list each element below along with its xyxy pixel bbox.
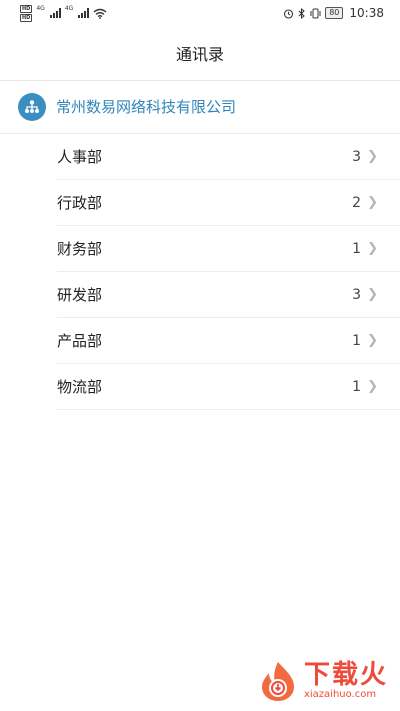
list-item-dept-1[interactable]: 行政部 2 ❯ [57, 180, 400, 226]
dept-count: 3 [352, 286, 362, 303]
list-item-dept-5[interactable]: 物流部 1 ❯ [57, 364, 400, 410]
network-type-2: 4G [64, 4, 74, 12]
company-header[interactable]: 常州数易网络科技有限公司 [0, 80, 400, 134]
list-item-dept-2[interactable]: 财务部 1 ❯ [57, 226, 400, 272]
list-item-dept-3[interactable]: 研发部 3 ❯ [57, 272, 400, 318]
chevron-right-icon: ❯ [367, 149, 378, 164]
flame-logo-icon [261, 662, 294, 701]
dept-count: 2 [352, 194, 362, 211]
status-right: 80 10:38 [283, 6, 384, 20]
dept-count: 3 [352, 148, 362, 165]
hd-badge-1: HD [20, 4, 33, 13]
title-bar: 通讯录 [0, 26, 400, 81]
watermark-en: xiazaihuo.com [303, 689, 377, 700]
dept-right: 1 ❯ [352, 379, 378, 395]
hd-badges: HD HD [20, 4, 33, 22]
signal-2-icon [78, 8, 90, 18]
alarm-icon [284, 8, 294, 19]
chevron-right-icon: ❯ [367, 333, 378, 348]
chevron-right-icon: ❯ [367, 287, 378, 302]
dept-right: 3 ❯ [352, 287, 378, 303]
chevron-right-icon: ❯ [367, 241, 378, 256]
watermark-cn: 下载火 [303, 660, 388, 690]
dept-name: 财务部 [57, 240, 103, 258]
status-left: HD HD 4G 4G [20, 4, 107, 22]
dept-right: 3 ❯ [352, 149, 378, 165]
status-bar: HD HD 4G 4G 80 10:38 [0, 0, 400, 26]
status-time: 10:38 [349, 6, 384, 20]
dept-name: 产品部 [57, 332, 103, 350]
hd-badge-2: HD [20, 13, 33, 22]
dept-count: 1 [352, 332, 362, 349]
watermark-text: 下载火 xiazaihuo.com [304, 661, 388, 701]
org-chart-icon [18, 92, 46, 121]
bluetooth-icon [298, 7, 305, 19]
dept-name: 人事部 [57, 148, 103, 166]
list-item-dept-0[interactable]: 人事部 3 ❯ [57, 134, 400, 180]
vibrate-icon [310, 8, 321, 18]
screen: HD HD 4G 4G 80 10:38 通讯录 常州数易网络科技有限公司 人事… [0, 0, 400, 711]
battery-icon: 80 [325, 7, 344, 19]
list-item-dept-4[interactable]: 产品部 1 ❯ [57, 318, 400, 364]
signal-1-icon [49, 8, 61, 18]
dept-count: 1 [352, 378, 362, 395]
network-type-1: 4G [36, 4, 45, 12]
department-list: 人事部 3 ❯ 行政部 2 ❯ 财务部 1 ❯ 研发部 3 ❯ 产品部 1 ❯ … [0, 134, 400, 410]
chevron-right-icon: ❯ [367, 379, 378, 394]
page-title: 通讯录 [175, 45, 224, 64]
dept-right: 1 ❯ [352, 241, 378, 257]
wifi-icon [93, 8, 107, 19]
chevron-right-icon: ❯ [367, 195, 378, 210]
company-name: 常州数易网络科技有限公司 [56, 98, 237, 116]
dept-name: 行政部 [57, 194, 103, 212]
dept-count: 1 [352, 240, 362, 257]
dept-name: 研发部 [57, 286, 103, 304]
dept-right: 1 ❯ [352, 333, 378, 349]
dept-name: 物流部 [57, 378, 103, 396]
watermark: 下载火 xiazaihuo.com [256, 659, 388, 703]
dept-right: 2 ❯ [352, 195, 378, 211]
